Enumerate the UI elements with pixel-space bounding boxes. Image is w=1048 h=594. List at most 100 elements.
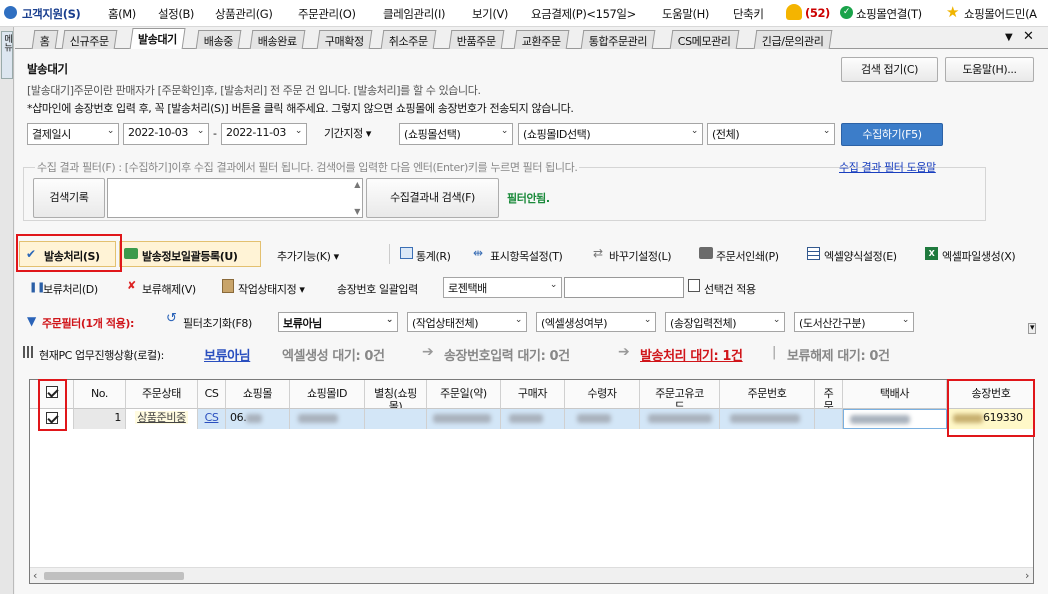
menu-help[interactable]: 도움말(H) — [662, 6, 709, 22]
tab-cancelled[interactable]: 취소주문 — [380, 30, 437, 49]
column-header[interactable]: 택배사 — [843, 380, 947, 409]
expand-toolbar-icon[interactable]: ▾ — [1028, 323, 1037, 334]
toolbar-separator — [389, 244, 390, 264]
filter-help-link[interactable]: 수집 결과 필터 도움말 — [839, 159, 936, 175]
period-button[interactable]: 기간지정 ▾ — [312, 123, 383, 145]
bell-icon[interactable] — [786, 4, 802, 20]
column-header[interactable]: 구매자 — [501, 380, 565, 409]
print-order-button[interactable]: 주문서인쇄(P) — [716, 248, 779, 264]
search-history-button[interactable]: 검색기록 — [33, 178, 105, 218]
tab-cs-memo[interactable]: CS메모관리 — [669, 30, 740, 49]
menu-orders[interactable]: 주문관리(O) — [298, 6, 356, 22]
invoice-input[interactable] — [564, 277, 684, 298]
scroll-up-icon[interactable]: ▲ — [354, 180, 360, 189]
column-header[interactable]: 쇼핑몰 — [226, 380, 290, 409]
tab-bar: 홈 신규주문 배송중 배송완료 구매확정 취소주문 반품주문 교환주문 통합주문… — [15, 27, 1048, 50]
row-alias — [365, 409, 427, 429]
search-in-results-button[interactable]: 수집결과내 검색(F) — [366, 178, 499, 218]
scroll-down-icon[interactable]: ▼ — [354, 207, 360, 216]
column-header[interactable]: 수령자 — [565, 380, 640, 409]
menu-support[interactable]: 고객지원(S) — [22, 6, 81, 22]
menu-mall-admin[interactable]: 쇼핑몰어드민(A — [964, 6, 1037, 22]
menu-shortcuts[interactable]: 단축키 — [733, 6, 764, 22]
remote-area-filter-select[interactable]: (도서산간구분) ⌄ — [794, 312, 914, 332]
courier-select[interactable]: 로젠택배 ⌄ — [443, 277, 562, 298]
collapse-search-button[interactable]: 검색 접기(C) — [841, 57, 938, 82]
filter-textarea[interactable]: ▲ ▼ — [107, 178, 363, 218]
tab-awaiting-shipment[interactable]: 발송대기 — [129, 28, 186, 50]
mall-id-select[interactable]: (쇼핑몰ID선택) ⌄ — [518, 123, 703, 145]
help-button[interactable]: 도움말(H)... — [945, 57, 1034, 82]
row-buyer — [501, 409, 565, 429]
column-header[interactable]: No. — [74, 380, 126, 409]
display-settings-button[interactable]: 표시항목설정(T) — [490, 248, 563, 264]
tab-exchanges[interactable]: 교환주문 — [513, 30, 570, 49]
row-status[interactable]: 상품준비중 — [126, 409, 198, 429]
date-type-select[interactable]: 결제일시 ⌄ — [27, 123, 119, 145]
menu-settings[interactable]: 설정(B) — [158, 6, 194, 22]
column-header[interactable]: 별칭(쇼핑몰) — [365, 380, 427, 409]
filter-reset-button[interactable]: 필터초기화(F8) — [183, 315, 252, 331]
stats-icon — [400, 247, 413, 259]
column-header[interactable]: 주문일(약) — [427, 380, 501, 409]
tab-integrated[interactable]: 통합주문관리 — [580, 30, 656, 49]
row-cs-link[interactable]: CS — [198, 409, 226, 429]
unhold-button[interactable]: 보류해제(V) — [142, 281, 196, 297]
notification-count[interactable]: (52) — [805, 6, 830, 20]
collect-button[interactable]: 수집하기(F5) — [841, 123, 943, 146]
tab-delivered[interactable]: 배송완료 — [249, 30, 306, 49]
row-no: 1 — [74, 409, 126, 429]
column-header[interactable]: 쇼핑몰ID — [290, 380, 365, 409]
close-tab-icon[interactable]: ✕ — [1023, 29, 1034, 44]
work-status-button[interactable]: 작업상태지정 ▾ — [238, 281, 305, 297]
hold-filter-select[interactable]: 보류아님 ⌄ — [278, 312, 398, 332]
column-header[interactable]: CS — [198, 380, 226, 409]
menu-products[interactable]: 상품관리(G) — [215, 6, 273, 22]
menu-home[interactable]: 홈(M) — [108, 6, 136, 22]
stats-button[interactable]: 통계(R) — [416, 248, 451, 264]
work-status-filter-select[interactable]: (작업상태전체) ⌄ — [407, 312, 527, 332]
column-header[interactable]: 주문번호 — [720, 380, 815, 409]
excel-format-button[interactable]: 엑셀양식설정(E) — [824, 248, 897, 264]
arrow-right-icon: ➔ — [422, 344, 434, 360]
bulk-register-button[interactable]: 발송정보일괄등록(U) — [119, 241, 261, 267]
chevron-down-icon: ⌄ — [643, 315, 652, 325]
tab-new-orders[interactable]: 신규주문 — [61, 30, 118, 49]
tab-confirmed[interactable]: 구매확정 — [316, 30, 373, 49]
tab-home[interactable]: 홈 — [31, 30, 59, 49]
reset-icon: ↺ — [166, 311, 177, 326]
scroll-left-icon[interactable]: ‹ — [33, 569, 37, 582]
date-to-picker[interactable]: 2022-11-03 ⌄ — [221, 123, 307, 145]
excel-filter-select[interactable]: (엑셀생성여부) ⌄ — [536, 312, 656, 332]
tab-returns[interactable]: 반품주문 — [448, 30, 505, 49]
column-header[interactable]: 주문상태 — [126, 380, 198, 409]
menu-mall-connect[interactable]: 쇼핑몰연결(T) — [856, 6, 922, 22]
column-header[interactable]: 주문 — [815, 380, 843, 409]
menu-billing[interactable]: 요금결제(P)<157일> — [531, 6, 636, 22]
scroll-thumb[interactable] — [44, 572, 184, 580]
excel-generate-button[interactable]: 엑셀파일생성(X) — [942, 248, 1016, 264]
invoice-filter-select[interactable]: (송장입력전체) ⌄ — [665, 312, 785, 332]
sidebar-menu-button[interactable]: 메뉴 — [1, 31, 13, 79]
tab-urgent[interactable]: 긴급/문의관리 — [753, 30, 832, 49]
progress-label: 현재PC 업무진행상황(로컬): — [39, 349, 164, 362]
apply-selected-button[interactable]: 선택건 적용 — [704, 281, 756, 297]
replace-settings-button[interactable]: 바꾸기설정(L) — [609, 248, 672, 264]
tab-pickup[interactable]: 배송중 — [195, 30, 242, 49]
scroll-right-icon[interactable]: › — [1025, 569, 1029, 582]
menu-claims[interactable]: 클레임관리(I) — [383, 6, 445, 22]
all-select[interactable]: (전체) ⌄ — [707, 123, 835, 145]
horizontal-scrollbar[interactable]: ‹ › — [30, 567, 1033, 583]
mall-select[interactable]: (쇼핑몰선택) ⌄ — [399, 123, 513, 145]
date-from-picker[interactable]: 2022-10-03 ⌄ — [123, 123, 209, 145]
status-badge[interactable]: 상품준비중 — [135, 411, 188, 424]
hold-button[interactable]: 보류처리(D) — [43, 281, 98, 297]
column-header[interactable]: 주문고유코드 — [640, 380, 720, 409]
more-features-menu[interactable]: 추가기능(K) ▾ — [277, 248, 339, 264]
row-order-extra — [815, 409, 843, 429]
row-courier[interactable] — [843, 409, 947, 429]
tab-list-dropdown-icon[interactable]: ▼ — [1005, 32, 1013, 43]
menu-view[interactable]: 보기(V) — [472, 6, 508, 22]
progress-ship-waiting[interactable]: 발송처리 대기: 1건 — [640, 345, 743, 364]
progress-hold-link[interactable]: 보류아님 — [204, 345, 251, 364]
